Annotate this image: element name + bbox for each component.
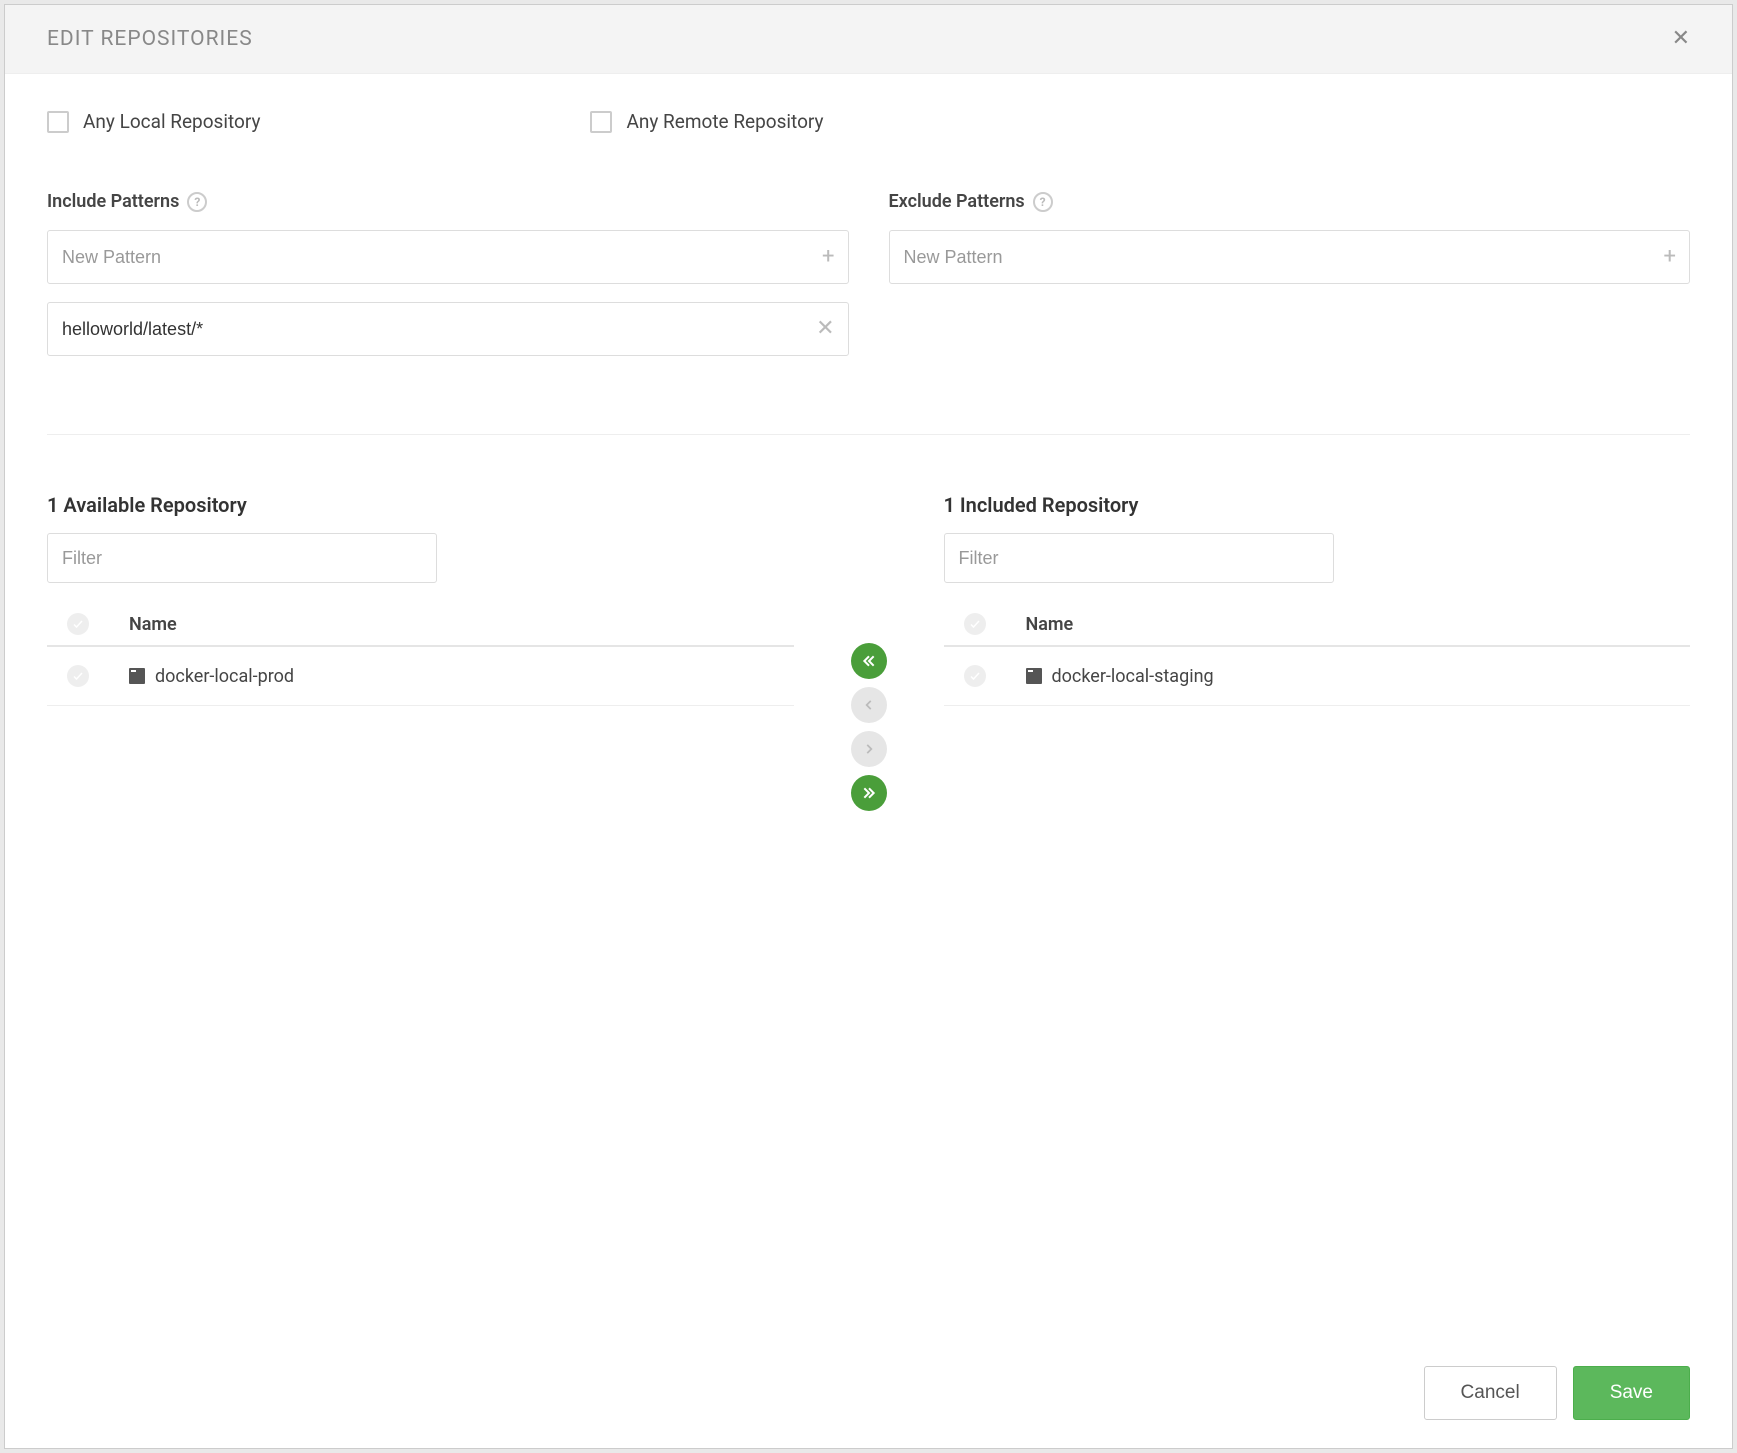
cancel-button[interactable]: Cancel [1424, 1366, 1557, 1420]
exclude-patterns-column: Exclude Patterns ? + [889, 191, 1691, 374]
patterns-row: Include Patterns ? + ✕ Exclude Patterns … [47, 191, 1690, 374]
available-column: 1 Available Repository Name docker-local… [47, 493, 794, 706]
repo-icon [129, 668, 145, 684]
included-filter-input[interactable] [944, 533, 1334, 583]
include-patterns-label: Include Patterns ? [47, 191, 849, 212]
modal-body: Any Local Repository Any Remote Reposito… [5, 74, 1732, 1338]
plus-icon[interactable]: + [822, 246, 834, 268]
included-title: 1 Included Repository [944, 493, 1691, 517]
transfer-controls [794, 493, 944, 811]
any-local-label: Any Local Repository [83, 110, 260, 133]
help-icon[interactable]: ? [187, 192, 207, 212]
close-icon[interactable]: ✕ [816, 318, 834, 340]
select-item-icon[interactable] [964, 665, 986, 687]
available-list-header: Name [47, 603, 794, 647]
transfer-row: 1 Available Repository Name docker-local… [47, 493, 1690, 811]
repo-icon [1026, 668, 1042, 684]
any-local-checkbox-group: Any Local Repository [47, 110, 260, 133]
include-new-pattern-wrap: + [47, 230, 849, 284]
select-item-icon[interactable] [67, 665, 89, 687]
select-all-icon[interactable] [964, 613, 986, 635]
exclude-patterns-label: Exclude Patterns ? [889, 191, 1691, 212]
available-list-item[interactable]: docker-local-prod [47, 647, 794, 706]
modal-title: EDIT REPOSITORIES [47, 27, 253, 51]
included-column: 1 Included Repository Name docker-local-… [944, 493, 1691, 706]
divider [47, 434, 1690, 435]
exclude-new-pattern-input[interactable] [889, 230, 1691, 284]
any-remote-checkbox-group: Any Remote Repository [590, 110, 823, 133]
include-patterns-column: Include Patterns ? + ✕ [47, 191, 849, 374]
included-item-name: docker-local-staging [1052, 666, 1214, 687]
plus-icon[interactable]: + [1664, 246, 1676, 268]
available-item-name: docker-local-prod [155, 666, 294, 687]
exclude-patterns-text: Exclude Patterns [889, 191, 1025, 212]
move-right-button[interactable] [851, 731, 887, 767]
move-all-right-button[interactable] [851, 775, 887, 811]
modal-header: EDIT REPOSITORIES ✕ [5, 5, 1732, 74]
include-patterns-text: Include Patterns [47, 191, 179, 212]
included-name-column: Name [1026, 614, 1074, 635]
include-pattern-value[interactable] [47, 302, 849, 356]
any-remote-checkbox[interactable] [590, 111, 612, 133]
included-list-item[interactable]: docker-local-staging [944, 647, 1691, 706]
checkbox-row: Any Local Repository Any Remote Reposito… [47, 110, 1690, 133]
available-filter-input[interactable] [47, 533, 437, 583]
select-all-icon[interactable] [67, 613, 89, 635]
any-local-checkbox[interactable] [47, 111, 69, 133]
available-title: 1 Available Repository [47, 493, 794, 517]
close-icon[interactable]: ✕ [1672, 28, 1690, 50]
edit-repositories-modal: EDIT REPOSITORIES ✕ Any Local Repository… [4, 4, 1733, 1449]
include-new-pattern-input[interactable] [47, 230, 849, 284]
move-all-left-button[interactable] [851, 643, 887, 679]
save-button[interactable]: Save [1573, 1366, 1690, 1420]
exclude-new-pattern-wrap: + [889, 230, 1691, 284]
include-pattern-item: ✕ [47, 302, 849, 356]
available-name-column: Name [129, 614, 177, 635]
move-left-button[interactable] [851, 687, 887, 723]
modal-footer: Cancel Save [5, 1338, 1732, 1448]
included-list-header: Name [944, 603, 1691, 647]
any-remote-label: Any Remote Repository [626, 110, 823, 133]
help-icon[interactable]: ? [1033, 192, 1053, 212]
